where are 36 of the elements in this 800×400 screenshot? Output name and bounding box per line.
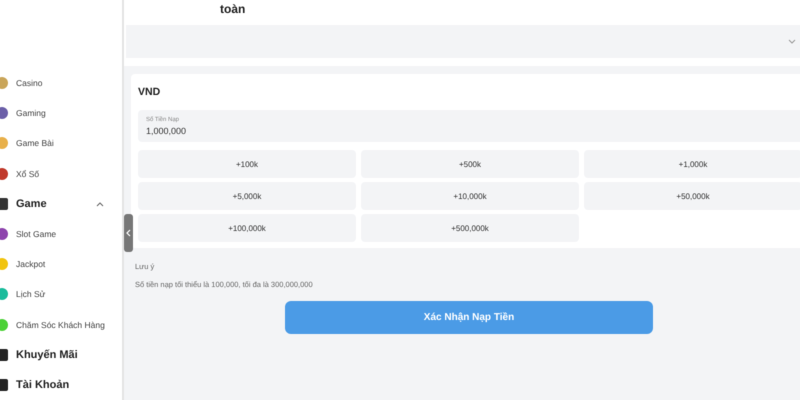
sidebar-label: Game Bài: [16, 138, 55, 148]
sidebar-item[interactable]: Jackpot: [0, 249, 122, 280]
currency-label: VND: [138, 85, 162, 100]
sidebar-label: Gaming: [16, 108, 47, 118]
sidebar-label: Tài Khoản: [16, 378, 70, 391]
amount-option[interactable]: +500k: [361, 150, 579, 178]
sidebar-item[interactable]: Lịch Sử: [0, 279, 122, 310]
amount-option[interactable]: +10,000k: [361, 182, 579, 210]
sidebar-label: Lịch Sử: [16, 289, 46, 300]
amount-option[interactable]: +100k: [138, 150, 356, 178]
sidebar-label: Chăm Sóc Khách Hàng: [16, 320, 105, 330]
sidebar-item[interactable]: Gaming: [0, 98, 122, 128]
select-field[interactable]: [126, 25, 800, 58]
amount-option[interactable]: +1,000k: [584, 150, 800, 178]
sidebar-label: Slot Game: [16, 229, 58, 240]
sidebar-item[interactable]: Xổ Số: [0, 158, 122, 189]
amount-option[interactable]: +500,000k: [361, 214, 579, 242]
amount-option[interactable]: +5,000k: [138, 182, 356, 210]
amount-option[interactable]: +100,000k: [138, 214, 356, 242]
sidebar-item[interactable]: Chăm Sóc Khách Hàng: [0, 310, 122, 340]
sidebar-item[interactable]: Tài Khoản: [0, 370, 122, 400]
sidebar-item[interactable]: Khuyến Mãi: [0, 340, 122, 370]
collapse-handle[interactable]: [124, 214, 133, 252]
amount-option[interactable]: +50,000k: [584, 182, 800, 210]
sidebar-label: Casino: [16, 78, 44, 88]
sidebar-item[interactable]: Slot Game: [0, 218, 122, 250]
field-value: 1,000,000: [146, 126, 188, 136]
sidebar-label: Game: [16, 198, 48, 210]
sidebar-label: Jackpot: [16, 259, 46, 270]
chevron-icon: [788, 39, 796, 44]
page-title: toàn: [219, 1, 246, 18]
sidebar-item[interactable]: Casino: [0, 68, 122, 98]
sidebar-item[interactable]: Game Bài: [0, 128, 122, 159]
sidebar-label: Xổ Số: [16, 168, 40, 179]
sidebar-item[interactable]: Game: [0, 188, 122, 219]
sidebar-label: Khuyến Mãi: [16, 348, 79, 361]
